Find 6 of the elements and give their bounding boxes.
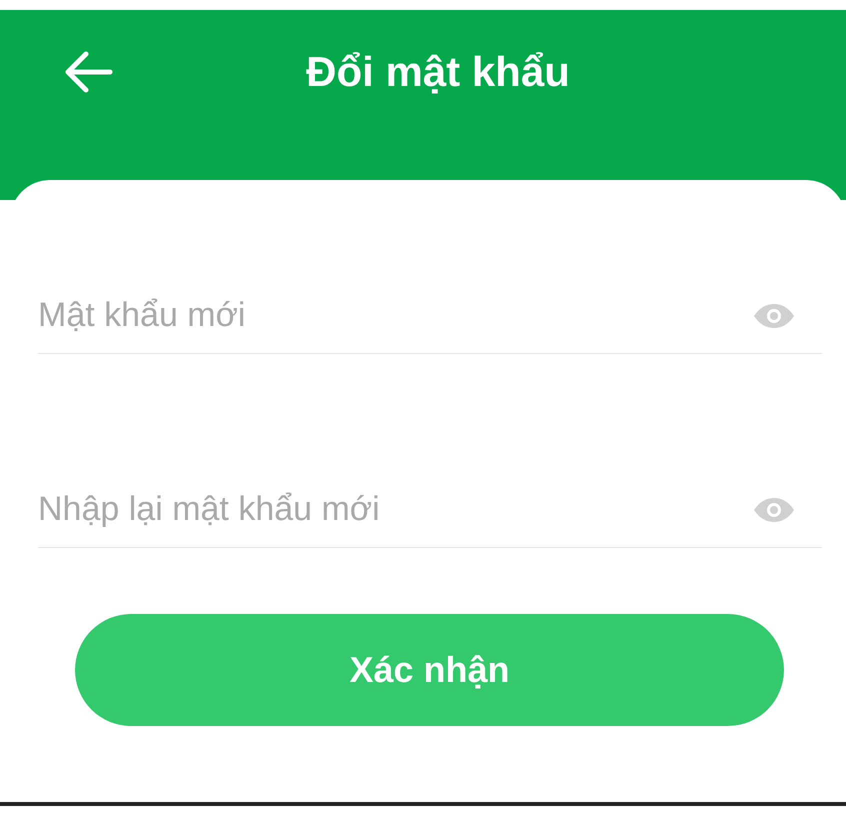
screen-title: Đổi mật khẩu [305, 48, 571, 96]
password-field[interactable]: Mật khẩu mới [38, 286, 752, 346]
eye-icon[interactable] [752, 302, 796, 330]
confirm-button[interactable]: Xác nhận [75, 614, 784, 726]
password-field[interactable]: Nhập lại mật khẩu mới [38, 480, 752, 540]
eye-icon[interactable] [752, 496, 796, 524]
